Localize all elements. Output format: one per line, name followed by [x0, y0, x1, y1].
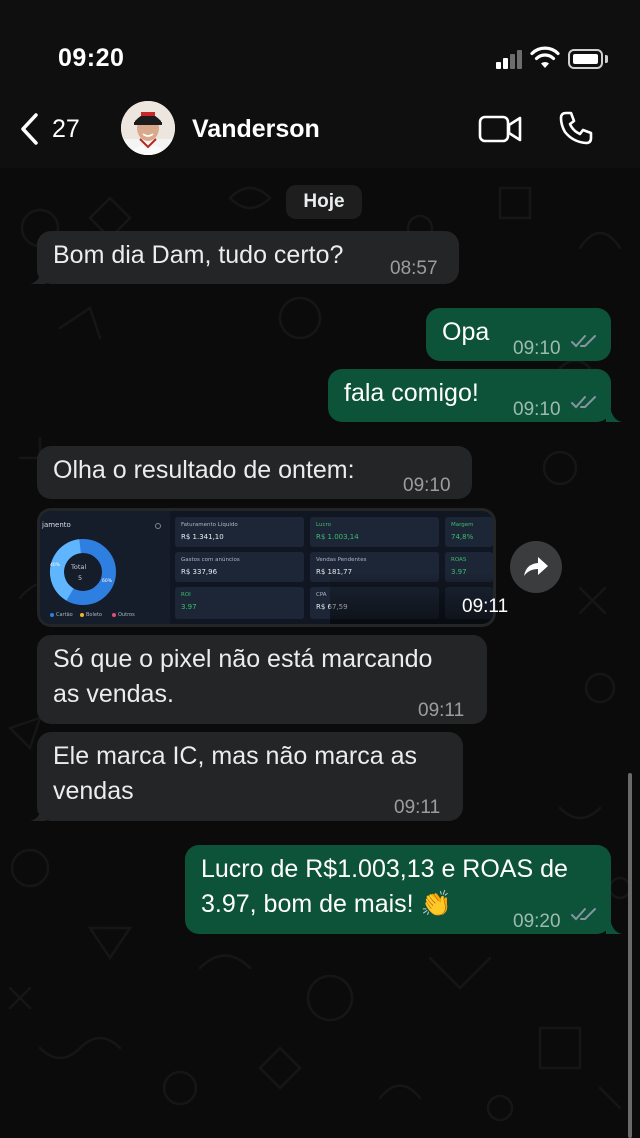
message-text: Bom dia Dam, tudo certo?: [53, 241, 344, 269]
dashboard-card: Lucro R$ 1.003,14: [310, 517, 439, 547]
image-message[interactable]: jamento Total 5 40% 60% Cartão Boleto Ou…: [37, 508, 508, 627]
dashboard-title: jamento: [42, 521, 71, 529]
dashboard-screenshot: jamento Total 5 40% 60% Cartão Boleto Ou…: [40, 511, 493, 624]
bubble-tail: [30, 268, 46, 284]
dashboard-card: Faturamento Líquido R$ 1.341,10: [175, 517, 304, 547]
read-ticks-icon: [571, 335, 596, 348]
message-time: 09:10: [513, 399, 561, 420]
message-text: fala comigo!: [344, 379, 479, 407]
donut-right-percent: 60%: [102, 579, 113, 584]
message-bubble-outgoing[interactable]: fala comigo! 09:10: [328, 369, 611, 422]
legend-item: Outros: [112, 612, 135, 618]
legend-item: Cartão: [50, 612, 73, 618]
cellular-signal-icon: [496, 49, 524, 69]
dashboard-card: ROI 3.97: [175, 587, 304, 619]
forward-button[interactable]: [510, 541, 562, 593]
scrollbar[interactable]: [628, 773, 632, 1138]
message-text: Opa: [442, 318, 490, 346]
donut-chart: [50, 539, 116, 605]
bubble-tail: [606, 406, 622, 422]
dashboard-card: Margem 74,8%: [445, 517, 493, 547]
donut-left-percent: 40%: [50, 563, 61, 568]
dashboard-card: Gastos com anúncios R$ 337,96: [175, 552, 304, 582]
bubble-tail: [606, 918, 622, 934]
donut-center-label: Total: [71, 563, 87, 571]
chat-area[interactable]: Hoje Bom dia Dam, tudo certo? 08:57 Opa …: [0, 168, 640, 1138]
date-separator: Hoje: [286, 185, 362, 219]
donut-center-value: 5: [78, 574, 83, 582]
message-time: 09:10: [403, 475, 451, 496]
wifi-icon: [530, 46, 560, 68]
message-bubble-incoming[interactable]: Ele marca IC, mas não marca as vendas 09…: [37, 732, 463, 821]
bubble-tail: [30, 805, 46, 821]
message-bubble-incoming[interactable]: Olha o resultado de ontem: 09:10: [37, 446, 472, 499]
chevron-left-icon: [21, 113, 38, 145]
message-bubble-outgoing[interactable]: Lucro de R$1.003,13 e ROAS de 3.97, bom …: [185, 845, 611, 934]
message-time: 09:11: [462, 596, 509, 617]
message-time: 09:11: [394, 797, 441, 818]
message-time: 09:11: [418, 700, 465, 721]
status-time: 09:20: [58, 44, 125, 72]
video-call-icon[interactable]: [478, 113, 522, 145]
message-time: 08:57: [390, 258, 438, 279]
message-bubble-incoming[interactable]: Só que o pixel não está marcando as vend…: [37, 635, 487, 724]
phone-icon[interactable]: [558, 110, 594, 146]
message-text: Ele marca IC, mas não marca as vendas: [53, 742, 418, 805]
contact-name[interactable]: Vanderson: [192, 115, 320, 144]
message-time: 09:20: [513, 911, 561, 932]
chat-header: 27 Vanderson: [0, 90, 640, 168]
back-button[interactable]: 27: [18, 104, 80, 154]
read-ticks-icon: [571, 908, 596, 921]
message-text: Só que o pixel não está marcando as vend…: [53, 645, 433, 708]
read-ticks-icon: [571, 396, 596, 409]
contact-avatar[interactable]: [121, 101, 175, 155]
dashboard-donut-panel: jamento Total 5 40% 60% Cartão Boleto Ou…: [40, 511, 170, 624]
message-text: Olha o resultado de ontem:: [53, 456, 355, 484]
legend-item: Boleto: [80, 612, 102, 618]
unread-chats-count: 27: [52, 114, 80, 143]
forward-icon: [524, 557, 548, 576]
message-time: 09:10: [513, 338, 561, 359]
message-bubble-outgoing[interactable]: Opa 09:10: [426, 308, 611, 361]
message-bubble-incoming[interactable]: Bom dia Dam, tudo certo? 08:57: [37, 231, 459, 284]
battery-icon: [568, 49, 608, 69]
